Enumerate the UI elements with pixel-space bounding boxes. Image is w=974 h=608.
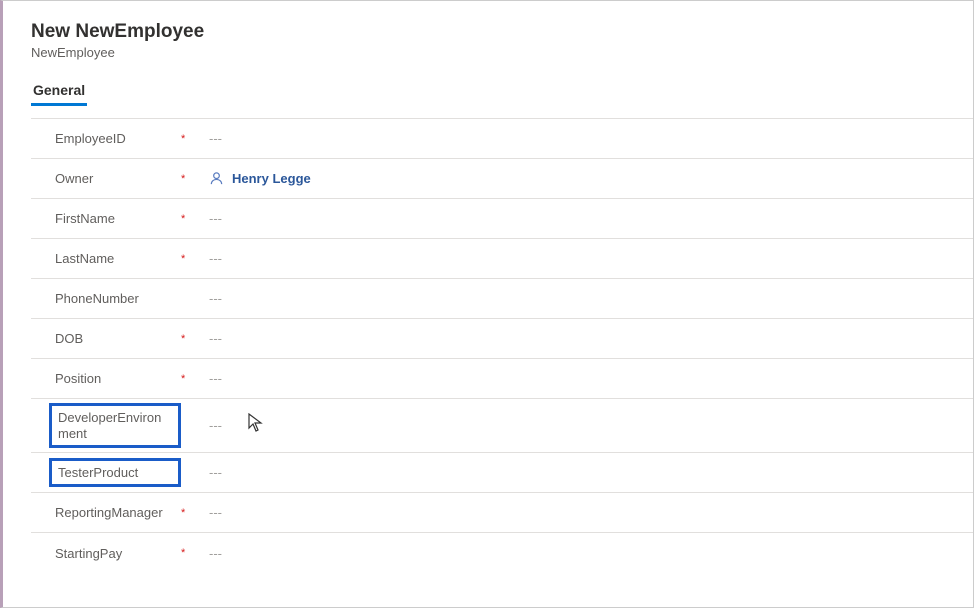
field-owner[interactable]: Henry Legge <box>209 171 973 186</box>
required-marker: * <box>181 173 209 185</box>
field-tester-product[interactable]: --- <box>209 465 973 480</box>
field-first-name[interactable]: --- <box>209 211 973 226</box>
label-developer-environment: DeveloperEnvironment <box>49 403 181 448</box>
field-phone-number[interactable]: --- <box>209 291 973 306</box>
row-developer-environment: DeveloperEnvironment --- <box>31 399 973 453</box>
field-reporting-manager[interactable]: --- <box>209 505 973 520</box>
value-phone-number: --- <box>209 291 222 306</box>
required-marker: * <box>181 253 209 265</box>
form-container: EmployeeID * --- Owner * Henry Legge <box>31 118 973 573</box>
field-starting-pay[interactable]: --- <box>209 546 973 561</box>
row-owner: Owner * Henry Legge <box>31 159 973 199</box>
value-first-name: --- <box>209 211 222 226</box>
label-phone-number: PhoneNumber <box>55 291 139 306</box>
required-marker: * <box>181 373 209 385</box>
tabs: General <box>31 76 973 106</box>
row-tester-product: TesterProduct --- <box>31 453 973 493</box>
field-employee-id[interactable]: --- <box>209 131 973 146</box>
tab-general[interactable]: General <box>31 76 87 106</box>
row-phone-number: PhoneNumber --- <box>31 279 973 319</box>
field-position[interactable]: --- <box>209 371 973 386</box>
label-dob: DOB <box>55 331 83 346</box>
page-subtitle: NewEmployee <box>31 45 973 60</box>
row-employee-id: EmployeeID * --- <box>31 119 973 159</box>
field-last-name[interactable]: --- <box>209 251 973 266</box>
value-position: --- <box>209 371 222 386</box>
required-marker: * <box>181 333 209 345</box>
label-tester-product: TesterProduct <box>49 458 181 487</box>
required-marker: * <box>181 133 209 145</box>
label-owner: Owner <box>55 171 93 186</box>
label-reporting-manager: ReportingManager <box>55 505 163 520</box>
row-last-name: LastName * --- <box>31 239 973 279</box>
field-developer-environment[interactable]: --- <box>209 418 973 433</box>
required-marker: * <box>181 213 209 225</box>
label-starting-pay: StartingPay <box>55 546 122 561</box>
row-position: Position * --- <box>31 359 973 399</box>
page-title: New NewEmployee <box>31 21 973 43</box>
value-starting-pay: --- <box>209 546 222 561</box>
label-employee-id: EmployeeID <box>55 131 126 146</box>
value-developer-environment: --- <box>209 418 222 433</box>
required-marker: * <box>181 507 209 519</box>
row-dob: DOB * --- <box>31 319 973 359</box>
row-reporting-manager: ReportingManager * --- <box>31 493 973 533</box>
value-reporting-manager: --- <box>209 505 222 520</box>
row-first-name: FirstName * --- <box>31 199 973 239</box>
label-last-name: LastName <box>55 251 114 266</box>
field-dob[interactable]: --- <box>209 331 973 346</box>
value-employee-id: --- <box>209 131 222 146</box>
required-marker: * <box>181 547 209 559</box>
owner-name: Henry Legge <box>232 171 311 186</box>
label-position: Position <box>55 371 101 386</box>
value-last-name: --- <box>209 251 222 266</box>
value-tester-product: --- <box>209 465 222 480</box>
person-icon <box>209 171 224 186</box>
label-first-name: FirstName <box>55 211 115 226</box>
row-starting-pay: StartingPay * --- <box>31 533 973 573</box>
value-dob: --- <box>209 331 222 346</box>
